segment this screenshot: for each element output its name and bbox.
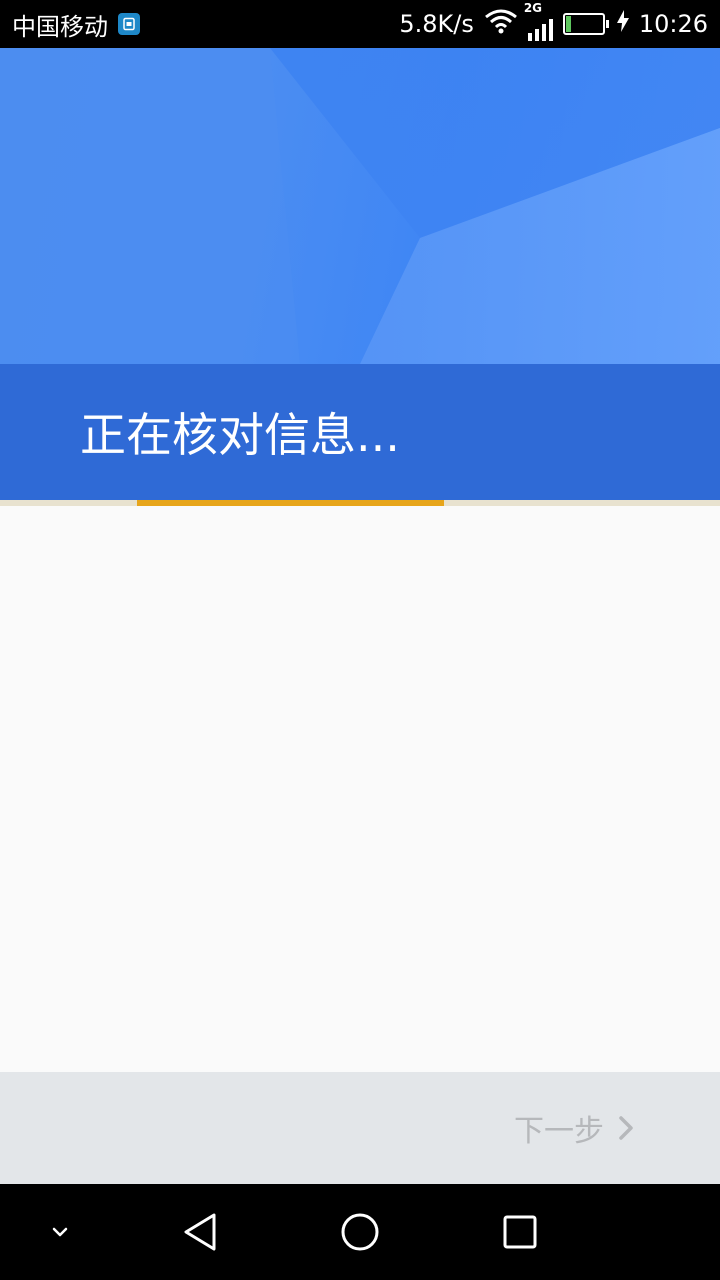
back-icon[interactable]: [152, 1184, 248, 1280]
signal-icon: 2G: [524, 1, 553, 41]
next-button[interactable]: 下一步: [508, 1072, 640, 1184]
content-area: [0, 506, 720, 1072]
action-bar: 下一步: [0, 1072, 720, 1184]
chevron-right-icon: [618, 1115, 634, 1141]
sim-card-icon: [118, 13, 140, 35]
charging-icon: [616, 10, 629, 38]
header-background: [0, 48, 720, 364]
carrier-name: 中国移动: [12, 12, 108, 41]
battery-icon: 14: [562, 13, 609, 35]
status-left: 中国移动: [12, 7, 140, 42]
page-title: 正在核对信息...: [80, 408, 400, 462]
net-speed: 5.8K/s: [399, 10, 474, 38]
clock: 10:26: [638, 10, 708, 38]
status-bar: 中国移动 5.8K/s 2G 14 10:26: [0, 0, 720, 48]
screen: 中国移动 5.8K/s 2G 14 10:26 正在核对信息... 下一步: [0, 0, 720, 1280]
battery-level: 14: [573, 14, 594, 33]
chevron-down-icon[interactable]: [12, 1184, 108, 1280]
next-button-label: 下一步: [514, 1115, 604, 1148]
status-right: 5.8K/s 2G 14 10:26: [399, 1, 708, 41]
network-type: 2G: [523, 1, 543, 15]
wifi-icon: [484, 8, 518, 40]
navigation-bar: [0, 1184, 720, 1280]
recents-icon[interactable]: [472, 1184, 568, 1280]
home-icon[interactable]: [312, 1184, 408, 1280]
